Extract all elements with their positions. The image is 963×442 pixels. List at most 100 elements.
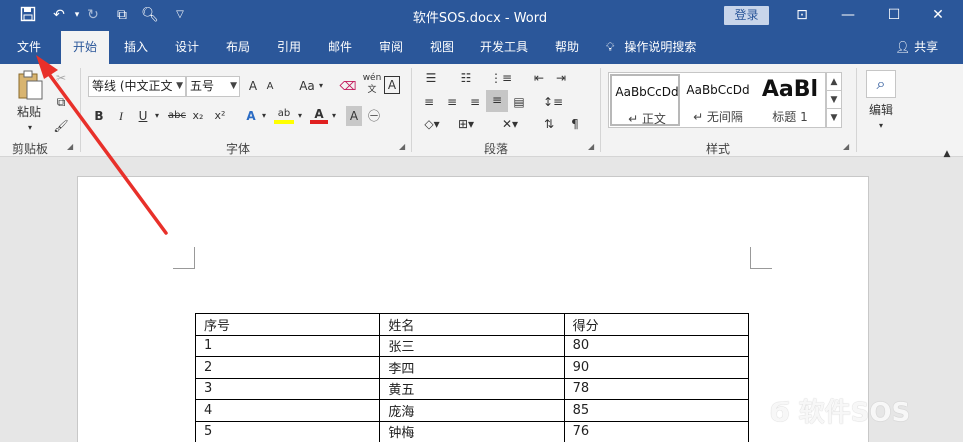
- undo-icon[interactable]: ↶: [50, 6, 68, 24]
- multilevel-list-icon[interactable]: ⋮≡: [490, 68, 512, 88]
- align-left-icon[interactable]: ≡: [420, 92, 438, 112]
- table-cell[interactable]: 黄五: [379, 377, 565, 400]
- print-preview-icon[interactable]: 🔍︎: [141, 6, 159, 24]
- tab-file[interactable]: 文件: [8, 31, 50, 64]
- copy-icon[interactable]: ⧉: [52, 92, 70, 112]
- clipboard-launcher-icon[interactable]: ◢: [67, 142, 73, 151]
- tab-mailings[interactable]: 邮件: [318, 31, 362, 64]
- table-cell[interactable]: 李四: [379, 356, 565, 379]
- text-effects-icon[interactable]: A: [243, 106, 259, 126]
- table-cell[interactable]: 4: [194, 399, 381, 422]
- sort-icon[interactable]: ⇅: [540, 114, 558, 134]
- clear-formatting-icon[interactable]: ⌫: [339, 76, 357, 96]
- strikethrough-button[interactable]: abc: [166, 106, 188, 126]
- tab-developer[interactable]: 开发工具: [471, 31, 537, 64]
- touch-mode-icon[interactable]: ⧉: [113, 6, 131, 24]
- styles-launcher-icon[interactable]: ◢: [843, 142, 849, 151]
- numbering-icon[interactable]: ☷: [455, 68, 477, 88]
- shading-icon[interactable]: ◇▾: [420, 114, 444, 134]
- style-normal[interactable]: AaBbCcDd ↵ 正文: [610, 74, 680, 126]
- table-cell[interactable]: 2: [194, 356, 381, 379]
- table-cell[interactable]: 张三: [379, 334, 565, 357]
- chevron-down-icon[interactable]: ▾: [316, 76, 326, 96]
- phonetic-guide-icon[interactable]: wén 文: [361, 72, 383, 95]
- font-launcher-icon[interactable]: ◢: [399, 142, 405, 151]
- font-name-combo[interactable]: 等线 (中文正文) ▼: [88, 76, 186, 97]
- login-button[interactable]: 登录: [724, 6, 769, 25]
- distributed-icon[interactable]: ▤: [510, 92, 528, 112]
- tab-help[interactable]: 帮助: [545, 31, 589, 64]
- save-icon[interactable]: [19, 6, 37, 24]
- table-cell[interactable]: 1: [194, 334, 381, 357]
- character-border-icon[interactable]: A: [384, 76, 400, 94]
- tell-me-search[interactable]: 💡︎ 操作说明搜索: [606, 31, 696, 64]
- increase-indent-icon[interactable]: ⇥: [552, 68, 570, 88]
- clipboard-icon[interactable]: [16, 70, 44, 100]
- paste-dropdown-icon[interactable]: ▾: [20, 118, 40, 138]
- find-icon[interactable]: ⌕: [866, 70, 896, 98]
- tab-layout[interactable]: 布局: [216, 31, 260, 64]
- table-cell[interactable]: 5: [194, 420, 381, 442]
- tab-home[interactable]: 开始: [61, 31, 109, 64]
- table-cell[interactable]: 钟梅: [379, 420, 565, 442]
- ribbon-display-options-icon[interactable]: ⊡: [779, 0, 825, 31]
- font-size-combo[interactable]: 五号 ▼: [186, 76, 240, 97]
- customize-qat-icon[interactable]: ▽: [171, 6, 189, 24]
- chevron-down-icon[interactable]: ▾: [296, 106, 304, 126]
- subscript-button[interactable]: x₂: [190, 106, 206, 126]
- tab-references[interactable]: 引用: [267, 31, 311, 64]
- change-case-button[interactable]: Aa: [297, 76, 317, 96]
- table-cell[interactable]: 85: [563, 399, 750, 422]
- chevron-down-icon[interactable]: ▾: [330, 106, 338, 126]
- redo-icon[interactable]: ↻: [84, 6, 102, 24]
- font-color-icon[interactable]: A: [310, 104, 328, 124]
- table-cell[interactable]: 80: [563, 334, 750, 357]
- gallery-more-icon[interactable]: ▼: [827, 109, 841, 127]
- share-button[interactable]: 👤︎ 共享: [895, 31, 938, 64]
- close-icon[interactable]: ✕: [915, 0, 961, 31]
- align-right-icon[interactable]: ≡: [466, 92, 484, 112]
- table-cell[interactable]: 庞海: [379, 399, 565, 422]
- table-cell[interactable]: 78: [563, 377, 750, 400]
- paragraph-launcher-icon[interactable]: ◢: [588, 142, 594, 151]
- minimize-icon[interactable]: —: [825, 0, 871, 31]
- table-cell[interactable]: 3: [194, 377, 381, 400]
- table-cell[interactable]: 76: [563, 420, 750, 442]
- tab-design[interactable]: 设计: [165, 31, 209, 64]
- tab-insert[interactable]: 插入: [114, 31, 158, 64]
- chinese-layout-icon[interactable]: ✕▾: [498, 114, 522, 134]
- line-spacing-icon[interactable]: ↕≡: [540, 92, 566, 112]
- cut-icon[interactable]: ✂: [52, 68, 70, 88]
- character-shading-icon[interactable]: A: [346, 106, 362, 126]
- align-center-icon[interactable]: ≡: [443, 92, 461, 112]
- chevron-down-icon[interactable]: ▾: [872, 116, 890, 136]
- format-painter-icon[interactable]: 🖌︎: [52, 116, 70, 136]
- underline-button[interactable]: U: [136, 106, 150, 126]
- chevron-down-icon[interactable]: ▾: [260, 106, 268, 126]
- shrink-font-icon[interactable]: A: [264, 77, 276, 97]
- justify-icon[interactable]: ≡: [486, 90, 508, 112]
- style-heading-1[interactable]: AaBl 标题 1: [755, 74, 825, 126]
- show-marks-icon[interactable]: ¶: [566, 114, 584, 134]
- tab-view[interactable]: 视图: [420, 31, 464, 64]
- tab-review[interactable]: 审阅: [369, 31, 413, 64]
- style-no-spacing[interactable]: AaBbCcDd ↵ 无间隔: [683, 74, 753, 126]
- grow-font-icon[interactable]: A: [246, 76, 260, 96]
- chevron-down-icon[interactable]: ▾: [152, 106, 162, 126]
- borders-icon[interactable]: ⊞▾: [454, 114, 478, 134]
- table-header-cell[interactable]: 序号: [194, 313, 381, 336]
- italic-button[interactable]: I: [114, 106, 128, 126]
- table-header-cell[interactable]: 得分: [563, 313, 750, 336]
- gallery-up-icon[interactable]: ▲: [827, 73, 841, 91]
- highlight-icon[interactable]: ab: [274, 104, 294, 124]
- data-table[interactable]: 序号 姓名 得分 1 张三 80 2 李四 90 3 黄五 78 4 庞海 85…: [194, 313, 750, 442]
- bold-button[interactable]: B: [92, 106, 106, 126]
- bullets-icon[interactable]: ☰: [420, 68, 442, 88]
- gallery-down-icon[interactable]: ▼: [827, 91, 841, 109]
- decrease-indent-icon[interactable]: ⇤: [530, 68, 548, 88]
- superscript-button[interactable]: x²: [212, 106, 228, 126]
- enclose-characters-icon[interactable]: ㊀: [366, 106, 382, 126]
- table-header-cell[interactable]: 姓名: [379, 313, 565, 336]
- table-cell[interactable]: 90: [563, 356, 750, 379]
- maximize-icon[interactable]: ☐: [871, 0, 917, 31]
